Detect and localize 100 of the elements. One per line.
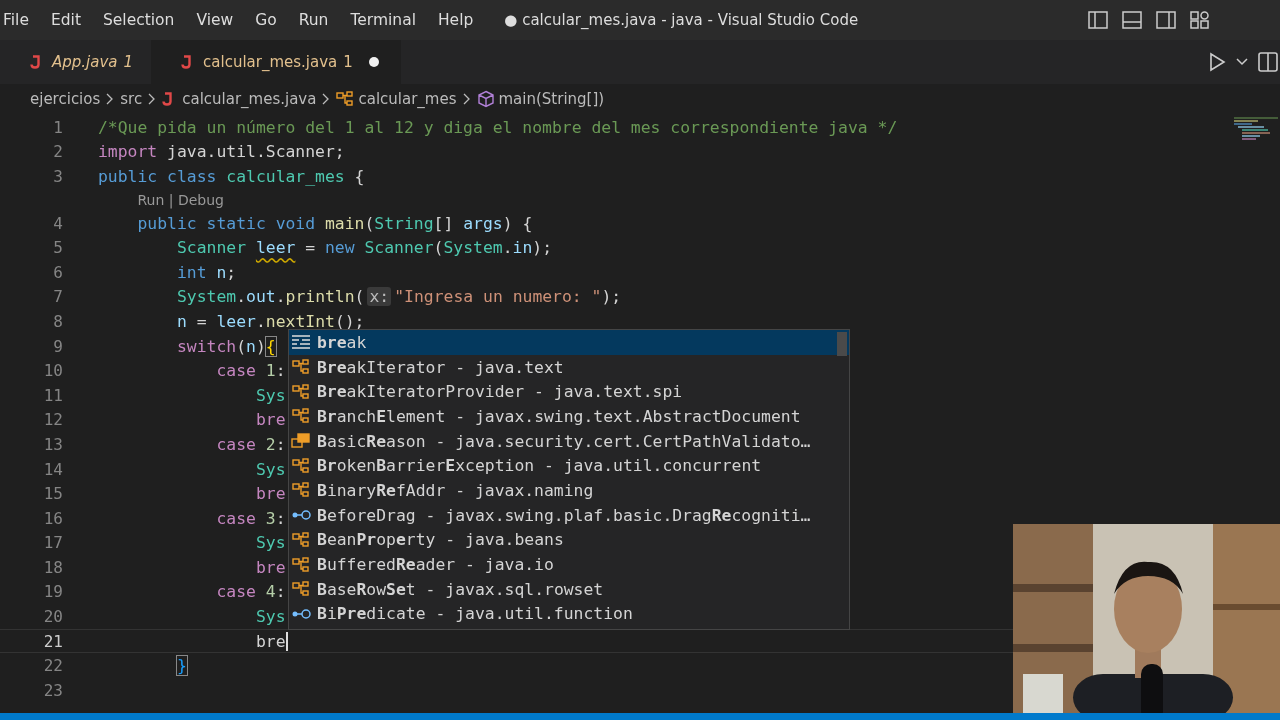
class-icon <box>291 581 311 598</box>
class-icon <box>291 408 311 425</box>
line-number: 2 <box>53 142 63 162</box>
suggestion-item[interactable]: BreakIterator - java.text <box>289 354 849 380</box>
code-line: Sys <box>255 385 286 405</box>
line-number: 20 <box>43 607 63 627</box>
customize-layout-icon[interactable] <box>1190 11 1210 29</box>
chevron-right-icon <box>322 93 331 105</box>
line-number: 7 <box>53 287 63 307</box>
class-icon <box>336 91 355 107</box>
chevron-right-icon <box>462 93 471 105</box>
menu-item[interactable]: Help <box>426 11 485 29</box>
suggestion-item[interactable]: BrokenBarrierException - java.util.concurrent <box>289 453 849 479</box>
menu-item[interactable]: Terminal <box>339 11 427 29</box>
suggestion-item[interactable]: BufferedReader - java.io <box>289 552 849 577</box>
java-file-icon <box>162 92 173 106</box>
chevron-right-icon <box>148 93 157 105</box>
line-number: 17 <box>43 533 63 553</box>
code-line: case 2: <box>216 434 286 454</box>
code-line: public class calcular_mes { <box>98 167 365 186</box>
codelens-links[interactable]: Run | Debug <box>137 191 224 208</box>
class-icon <box>291 359 311 376</box>
menu-item[interactable]: File <box>0 11 40 29</box>
code-line: bre <box>255 557 286 577</box>
class-icon <box>291 482 311 499</box>
editor-tab[interactable]: calcular_mes.java 1 <box>151 40 401 84</box>
code-line: import java.util.Scanner; <box>98 142 345 162</box>
code-line: case 4: <box>216 582 286 602</box>
chevron-down-icon[interactable] <box>1236 58 1248 66</box>
java-file-icon <box>30 55 40 69</box>
menu-item[interactable]: Selection <box>91 11 186 29</box>
keyword-icon <box>291 334 311 351</box>
breadcrumb-item[interactable]: calcular_mes.java <box>162 90 317 108</box>
suggestion-item[interactable]: BranchElement - javax.swing.text.AbstractDocument <box>289 404 849 429</box>
breadcrumb-item[interactable]: src <box>120 90 143 108</box>
class-icon <box>291 531 311 548</box>
code-line: System.out.println( x: "Ingresa un numero: "); <box>176 287 622 307</box>
breadcrumb-item[interactable]: ejercicios <box>30 90 101 108</box>
code-line: bre <box>255 410 286 430</box>
code-line: Scanner leer = new Scanner(System.in); <box>176 238 553 258</box>
run-icon[interactable] <box>1208 52 1226 72</box>
class-icon <box>291 556 311 573</box>
suggestion-item[interactable]: BaseRowSet - javax.sql.rowset <box>289 576 849 602</box>
line-number: 8 <box>53 311 63 331</box>
line-number: 15 <box>43 484 63 504</box>
code-line: Sys <box>255 459 286 479</box>
line-number: 14 <box>43 459 63 479</box>
line-number: 23 <box>43 680 63 700</box>
code-line: Sys <box>255 607 286 627</box>
code-line: bre <box>255 631 288 651</box>
breadcrumb-item[interactable]: calcular_mes <box>336 90 457 108</box>
code-line: Sys <box>255 533 286 553</box>
menu-item[interactable]: View <box>185 11 245 29</box>
line-number: 21 <box>43 631 63 651</box>
line-number: 3 <box>53 167 63 186</box>
line-number: 12 <box>43 410 63 430</box>
code-line: int n; <box>176 262 237 282</box>
code-line: } <box>176 656 187 676</box>
window-title: ● calcular_mes.java - java - Visual Studio Code <box>504 11 859 29</box>
line-number: 5 <box>53 238 63 258</box>
menu-item[interactable]: Run <box>287 11 340 29</box>
breadcrumb-item[interactable]: main(String[]) <box>476 90 605 108</box>
enum-icon <box>291 433 311 450</box>
panel-toggle-icon[interactable] <box>1122 11 1142 29</box>
line-number: 11 <box>43 385 63 405</box>
line-number: 16 <box>43 508 63 528</box>
line-number: 18 <box>43 557 63 577</box>
menu-item[interactable]: Edit <box>39 11 92 29</box>
code-line: /*Que pida un número del 1 al 12 y diga el nombre del mes correspondiente java */ <box>98 117 898 137</box>
sidebar-toggle-icon[interactable] <box>1088 11 1108 29</box>
code-line: case 1: <box>216 361 286 381</box>
chevron-right-icon <box>106 93 115 105</box>
suggestion-item[interactable]: break <box>289 330 849 355</box>
suggestion-item[interactable]: BeanProperty - java.beans <box>289 527 849 553</box>
code-line: public static void main(String[] args) { <box>137 213 533 233</box>
line-number: 1 <box>53 117 63 137</box>
code-line: n = leer.nextInt(); <box>176 311 365 331</box>
code-line: case 3: <box>216 508 286 528</box>
menu-item[interactable]: Go <box>244 11 288 29</box>
suggestion-item[interactable]: BiPredicate - java.util.function <box>289 601 849 627</box>
cube-icon <box>476 90 495 108</box>
suggestion-item[interactable]: BreakIteratorProvider - java.text.spi <box>289 379 849 405</box>
line-number: 9 <box>53 336 63 356</box>
suggestion-item[interactable]: BeforeDrag - javax.swing.plaf.basic.DragRecogniti… <box>289 502 849 528</box>
code-line: bre <box>255 484 286 504</box>
secondary-sidebar-icon[interactable] <box>1156 11 1176 29</box>
java-file-icon <box>181 55 192 69</box>
code-line: switch(n){ <box>176 336 276 356</box>
line-number: 22 <box>43 656 63 676</box>
minimap-drawing <box>1234 116 1280 142</box>
suggestion-item[interactable]: BasicReason - java.security.cert.CertPathValidato… <box>289 428 849 454</box>
suggestion-item[interactable]: BinaryRefAddr - javax.naming <box>289 478 849 503</box>
split-editor-icon[interactable] <box>1258 52 1278 72</box>
class-icon <box>291 383 311 400</box>
line-number: 4 <box>53 213 63 233</box>
line-number: 6 <box>53 262 63 282</box>
class-icon <box>291 457 311 474</box>
line-number: 10 <box>43 361 63 381</box>
scrollbar-thumb[interactable] <box>837 332 847 356</box>
line-number: 13 <box>43 434 63 454</box>
